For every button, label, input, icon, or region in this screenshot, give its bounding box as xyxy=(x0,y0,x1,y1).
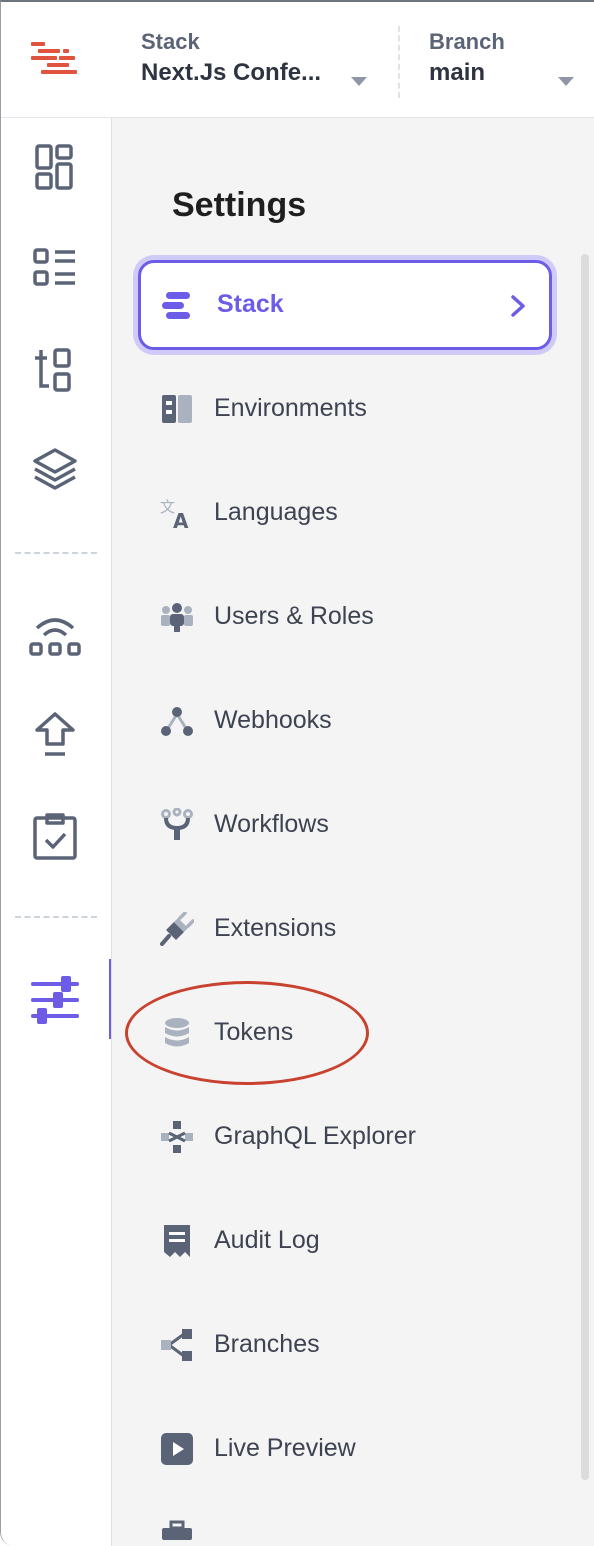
app-logo-icon[interactable] xyxy=(29,40,81,80)
environments-icon xyxy=(160,392,194,426)
webhooks-icon xyxy=(160,704,194,738)
settings-item-webhooks[interactable]: Webhooks xyxy=(138,676,552,766)
live-preview-icon xyxy=(160,1432,194,1466)
releases-network-icon[interactable] xyxy=(29,608,81,660)
settings-item-graphql-explorer[interactable]: GraphQL Explorer xyxy=(138,1092,552,1182)
branch-name: main xyxy=(429,59,486,86)
tokens-database-icon xyxy=(160,1016,194,1050)
settings-item-languages[interactable]: 文A Languages xyxy=(138,468,552,558)
audit-log-icon xyxy=(160,1224,194,1258)
rail-separator xyxy=(15,916,97,918)
dashboard-icon[interactable] xyxy=(29,142,81,194)
branch-label: Branch xyxy=(429,29,505,54)
assets-stack-icon[interactable] xyxy=(29,444,81,496)
branch-caret-down-icon xyxy=(558,77,574,86)
chevron-right-icon xyxy=(507,293,529,319)
settings-item-label: Tokens xyxy=(214,1018,294,1046)
app-frame: Stack Next.Js Confe... Branch main Setti… xyxy=(0,0,594,1546)
stack-switcher[interactable]: Stack Next.Js Confe... xyxy=(141,28,373,98)
stack-caret-down-icon xyxy=(351,77,367,86)
settings-item-tokens[interactable]: Tokens xyxy=(138,988,552,1078)
branch-switcher[interactable]: Branch main xyxy=(429,28,579,98)
stack-name: Next.Js Confe... xyxy=(141,59,322,86)
settings-item-workflows[interactable]: Workflows xyxy=(138,780,552,870)
settings-item-extensions[interactable]: Extensions xyxy=(138,884,552,974)
settings-item-label: Environments xyxy=(214,394,367,422)
top-header: Stack Next.Js Confe... Branch main xyxy=(1,2,594,118)
tasks-clipboard-icon[interactable] xyxy=(29,812,81,864)
settings-panel: Settings Stack Environments 文A Languages… xyxy=(111,118,594,1546)
settings-item-stack[interactable]: Stack xyxy=(138,260,552,350)
settings-sliders-icon[interactable] xyxy=(29,974,81,1026)
settings-item-users-roles[interactable]: Users & Roles xyxy=(138,572,552,662)
settings-item-label: Users & Roles xyxy=(214,602,374,630)
extensions-plug-icon xyxy=(160,911,195,946)
settings-item-label: Branches xyxy=(214,1330,320,1358)
tools-icon xyxy=(160,1520,194,1540)
settings-item-label: Languages xyxy=(214,498,338,526)
content-models-icon[interactable] xyxy=(29,344,81,396)
svg-text:A: A xyxy=(173,509,189,530)
settings-item-label: Audit Log xyxy=(214,1226,320,1254)
entries-list-icon[interactable] xyxy=(29,244,81,296)
deploy-upload-icon[interactable] xyxy=(29,710,81,762)
settings-item-environments[interactable]: Environments xyxy=(138,364,552,454)
users-roles-icon xyxy=(160,600,194,634)
settings-item-live-preview[interactable]: Live Preview xyxy=(138,1404,552,1494)
graphql-icon xyxy=(160,1120,194,1154)
settings-item-label: Live Preview xyxy=(214,1434,356,1462)
languages-icon: 文A xyxy=(160,496,194,533)
panel-scrollbar[interactable] xyxy=(581,254,589,1480)
stack-icon xyxy=(160,289,194,323)
settings-item-branches[interactable]: Branches xyxy=(138,1300,552,1390)
rail-separator xyxy=(15,552,97,554)
settings-item-label: Webhooks xyxy=(214,706,332,734)
page-title: Settings xyxy=(172,186,307,224)
settings-item-label: Stack xyxy=(217,290,284,318)
settings-item-label: GraphQL Explorer xyxy=(214,1122,416,1150)
stack-label: Stack xyxy=(141,29,200,54)
settings-item-label: Extensions xyxy=(214,914,337,942)
workflows-icon xyxy=(160,807,194,842)
branches-icon xyxy=(160,1328,194,1362)
header-divider xyxy=(398,26,400,98)
settings-item-label: Workflows xyxy=(214,810,329,838)
left-rail-nav xyxy=(1,118,112,1546)
settings-item-audit-log[interactable]: Audit Log xyxy=(138,1196,552,1286)
